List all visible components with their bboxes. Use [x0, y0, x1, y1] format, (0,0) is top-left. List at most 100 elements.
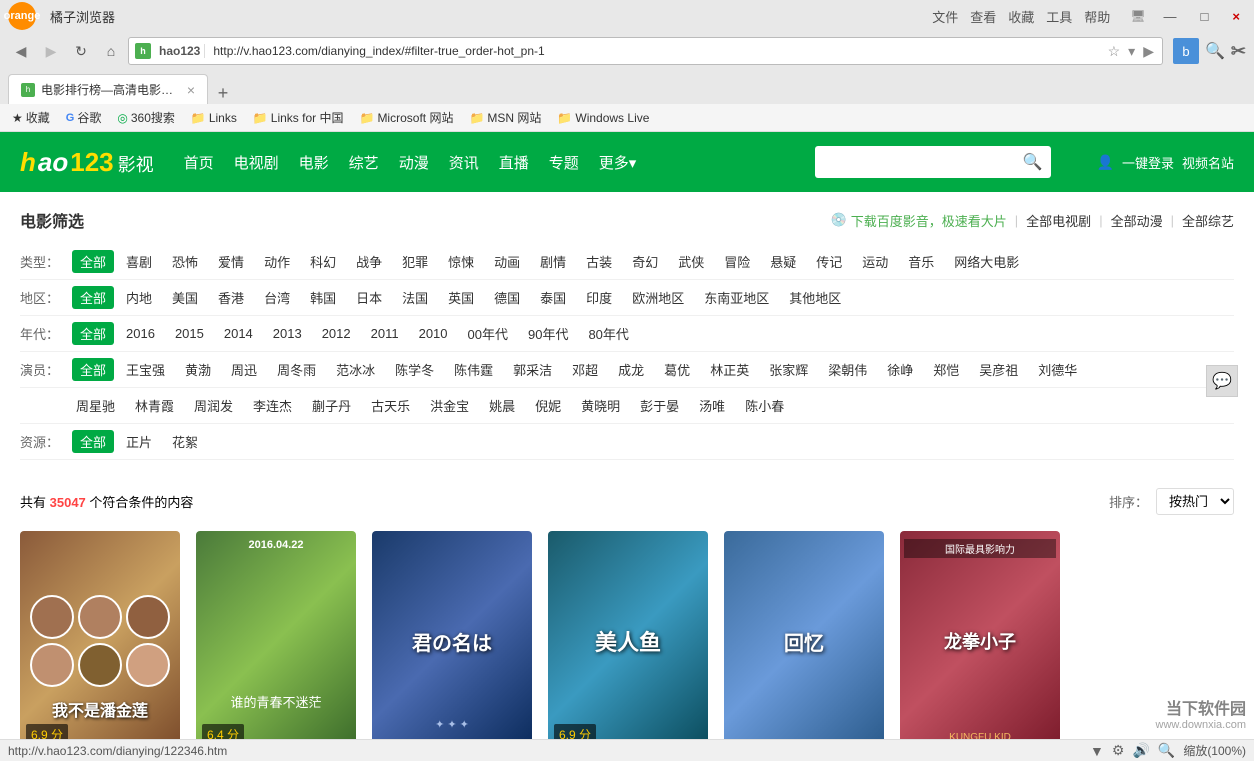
actor-tag-18[interactable]: 刘德华	[1030, 358, 1085, 381]
bookmark-favorites[interactable]: ★ 收藏	[8, 107, 54, 128]
actor-tag-17[interactable]: 吴彦祖	[971, 358, 1026, 381]
region-tag-hk[interactable]: 香港	[210, 286, 252, 309]
actor-tag-26[interactable]: 姚晨	[481, 394, 523, 417]
close-button[interactable]: ×	[1226, 7, 1246, 26]
actor-tag-15[interactable]: 徐峥	[879, 358, 921, 381]
region-tag-mainland[interactable]: 内地	[118, 286, 160, 309]
type-tag-drama[interactable]: 剧情	[532, 250, 574, 273]
menu-item-view[interactable]: 查看	[970, 7, 996, 26]
movie-card-4[interactable]: 美人鱼 6.9 分 美人鱼	[548, 531, 708, 761]
type-tag-comedy[interactable]: 喜剧	[118, 250, 160, 273]
year-tag-2012[interactable]: 2012	[314, 324, 359, 343]
region-tag-usa[interactable]: 美国	[164, 286, 206, 309]
actor-tag-6[interactable]: 陈学冬	[387, 358, 442, 381]
status-down-icon[interactable]: ▼	[1090, 743, 1104, 759]
bookmark-links-china[interactable]: 📁 Links for 中国	[249, 107, 348, 128]
search-icon[interactable]: 🔍	[1205, 41, 1225, 61]
back-button[interactable]: ◀	[8, 38, 34, 64]
bookmark-360[interactable]: ◎ 360搜索	[113, 107, 179, 128]
nav-anime[interactable]: 动漫	[399, 152, 429, 173]
movie-card-1[interactable]: 我不是潘金莲 6.9 分 我不是潘金莲	[20, 531, 180, 761]
bookmark-windows-live[interactable]: 📁 Windows Live	[553, 109, 653, 127]
actor-tag-9[interactable]: 邓超	[564, 358, 606, 381]
browser-extension-icon[interactable]: b	[1173, 38, 1199, 64]
status-settings-icon[interactable]: ⚙	[1112, 742, 1125, 759]
extend-icon[interactable]: ▶	[1141, 41, 1156, 62]
actor-tag-4[interactable]: 周冬雨	[269, 358, 324, 381]
actor-tag-1[interactable]: 王宝强	[118, 358, 173, 381]
type-tag-crime[interactable]: 犯罪	[394, 250, 436, 273]
status-volume-icon[interactable]: 🔊	[1132, 742, 1149, 759]
actor-tag-31[interactable]: 陈小春	[737, 394, 792, 417]
menu-item-help[interactable]: 帮助	[1084, 7, 1110, 26]
type-tag-fantasy[interactable]: 奇幻	[624, 250, 666, 273]
year-tag-2016[interactable]: 2016	[118, 324, 163, 343]
nav-home[interactable]: 首页	[184, 152, 214, 173]
menu-item-bookmarks[interactable]: 收藏	[1008, 7, 1034, 26]
actor-tag-7[interactable]: 陈伟霆	[446, 358, 501, 381]
year-tag-all[interactable]: 全部	[72, 322, 114, 345]
type-tag-romance[interactable]: 爱情	[210, 250, 252, 273]
year-tag-2010[interactable]: 2010	[411, 324, 456, 343]
star-icon[interactable]: ☆	[1106, 41, 1123, 62]
site-search-input[interactable]	[815, 146, 1015, 178]
bookmark-microsoft[interactable]: 📁 Microsoft 网站	[355, 107, 457, 128]
nav-movies[interactable]: 电影	[299, 152, 329, 173]
actor-tag-13[interactable]: 张家辉	[761, 358, 816, 381]
type-tag-scifi[interactable]: 科幻	[302, 250, 344, 273]
actor-tag-14[interactable]: 梁朝伟	[820, 358, 875, 381]
actor-tag-2[interactable]: 黄渤	[177, 358, 219, 381]
type-tag-animation[interactable]: 动画	[486, 250, 528, 273]
address-bar[interactable]: h hao123 http://v.hao123.com/dianying_in…	[128, 37, 1163, 65]
nav-live[interactable]: 直播	[499, 152, 529, 173]
forward-button[interactable]: ▶	[38, 38, 64, 64]
movie-card-6[interactable]: 国际最具影响力 龙拳小子 KUNGFU KID 龙拳小子	[900, 531, 1060, 761]
type-tag-adventure[interactable]: 冒险	[716, 250, 758, 273]
all-variety-link[interactable]: 全部综艺	[1182, 211, 1234, 230]
movie-card-3[interactable]: 君の名は ✦ ✦ ✦ 你的名字	[372, 531, 532, 761]
movie-card-2[interactable]: 2016.04.22 谁的青春不迷茫 6.4 分 谁的青春不迷茫	[196, 531, 356, 761]
actor-tag-8[interactable]: 郭采洁	[505, 358, 560, 381]
status-search-icon[interactable]: 🔍	[1158, 742, 1175, 759]
nav-special[interactable]: 专题	[549, 152, 579, 173]
source-tag-full[interactable]: 正片	[118, 430, 160, 453]
type-tag-sports[interactable]: 运动	[854, 250, 896, 273]
login-button[interactable]: 一键登录	[1122, 153, 1174, 172]
region-tag-all[interactable]: 全部	[72, 286, 114, 309]
region-tag-europe[interactable]: 欧洲地区	[624, 286, 692, 309]
year-tag-1980s[interactable]: 80年代	[580, 322, 636, 345]
region-tag-other[interactable]: 其他地区	[781, 286, 849, 309]
actor-tag-22[interactable]: 李连杰	[245, 394, 300, 417]
actor-tag-25[interactable]: 洪金宝	[422, 394, 477, 417]
actor-tag-12[interactable]: 林正英	[702, 358, 757, 381]
dropdown-icon[interactable]: ▾	[1126, 41, 1137, 62]
menu-item-tools[interactable]: 工具	[1046, 7, 1072, 26]
nav-news[interactable]: 资讯	[449, 152, 479, 173]
type-tag-martial[interactable]: 武侠	[670, 250, 712, 273]
actor-tag-20[interactable]: 林青霞	[127, 394, 182, 417]
refresh-button[interactable]: ↻	[68, 38, 94, 64]
actor-tag-23[interactable]: 蒯子丹	[304, 394, 359, 417]
actor-tag-27[interactable]: 倪妮	[527, 394, 569, 417]
actor-tag-21[interactable]: 周润发	[186, 394, 241, 417]
type-tag-action[interactable]: 动作	[256, 250, 298, 273]
year-tag-2015[interactable]: 2015	[167, 324, 212, 343]
actor-tag-10[interactable]: 成龙	[610, 358, 652, 381]
minimize-button[interactable]: —	[1158, 7, 1183, 26]
actor-tag-28[interactable]: 黄晓明	[573, 394, 628, 417]
actor-tag-5[interactable]: 范冰冰	[328, 358, 383, 381]
type-tag-web[interactable]: 网络大电影	[946, 250, 1027, 273]
bookmark-links[interactable]: 📁 Links	[187, 109, 241, 127]
actor-tag-all[interactable]: 全部	[72, 358, 114, 381]
nav-tv[interactable]: 电视剧	[234, 152, 279, 173]
sort-dropdown[interactable]: 按热门 按最新 按评分	[1156, 488, 1234, 515]
menu-item-file[interactable]: 文件	[932, 7, 958, 26]
actor-tag-3[interactable]: 周迅	[223, 358, 265, 381]
year-tag-1990s[interactable]: 90年代	[520, 322, 576, 345]
year-tag-2014[interactable]: 2014	[216, 324, 261, 343]
all-tv-link[interactable]: 全部电视剧	[1026, 211, 1091, 230]
year-tag-2011[interactable]: 2011	[363, 324, 407, 343]
address-url[interactable]: http://v.hao123.com/dianying_index/#filt…	[213, 44, 1101, 58]
year-tag-2013[interactable]: 2013	[265, 324, 310, 343]
region-tag-tw[interactable]: 台湾	[256, 286, 298, 309]
